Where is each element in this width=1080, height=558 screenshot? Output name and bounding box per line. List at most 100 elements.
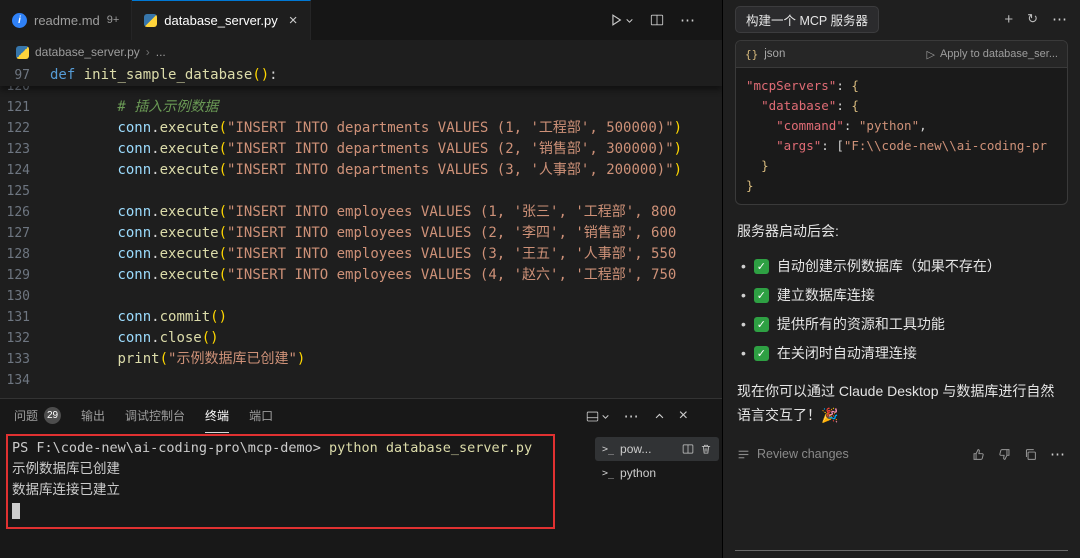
terminal-instance-pow...[interactable]: >_pow...	[595, 437, 719, 461]
token: (	[219, 120, 227, 136]
split-terminal-icon[interactable]	[682, 443, 694, 455]
editor-tab-readme.md[interactable]: ireadme.md9+	[0, 0, 132, 40]
panel-tab-调试控制台[interactable]: 调试控制台	[125, 399, 185, 433]
token	[50, 141, 117, 157]
chat-more-button[interactable]: ⋯	[1052, 10, 1068, 28]
line-number: 122	[0, 118, 50, 139]
checklist-text: 在关闭时自动清理连接	[777, 343, 917, 363]
checklist-item: •✓自动创建示例数据库（如果不存在）	[741, 256, 1066, 276]
code-text: conn.execute("INSERT INTO departments VA…	[50, 139, 682, 160]
token: "INSERT INTO departments VALUES (1, '工程部…	[227, 120, 674, 136]
line-number: 128	[0, 244, 50, 265]
terminal-cursor	[12, 503, 20, 519]
token: "INSERT INTO employees VALUES (2, '李四', …	[227, 225, 676, 241]
review-changes-label[interactable]: Review changes	[757, 447, 849, 461]
json-braces-icon: {}	[745, 48, 758, 61]
close-icon[interactable]: ×	[289, 12, 298, 29]
panel-more-button[interactable]: ⋯	[624, 407, 640, 425]
panel-close-button[interactable]: ×	[679, 407, 688, 425]
editor-tab-database_server.py[interactable]: database_server.py×	[132, 0, 310, 40]
code-text: # 插入示例数据	[50, 97, 218, 118]
token: PS F:\code-new\ai-coding-pro\mcp-demo>	[12, 440, 329, 456]
json-line: }	[746, 176, 1057, 196]
line-number: 126	[0, 202, 50, 223]
more-actions-button[interactable]: ⋯	[680, 11, 696, 29]
chat-header: 构建一个 MCP 服务器 + ↻ ⋯	[723, 0, 1080, 38]
token: (	[219, 246, 227, 262]
panel-tab-输出[interactable]: 输出	[81, 399, 105, 433]
checklist-item: •✓提供所有的资源和工具功能	[741, 314, 1066, 334]
line-number: 124	[0, 160, 50, 181]
run-button[interactable]	[609, 13, 634, 27]
terminal-instance-list: >_pow...>_python	[592, 433, 722, 558]
token: (	[219, 162, 227, 178]
code-text: conn.close()	[50, 328, 219, 349]
panel-maximize-button[interactable]	[654, 411, 665, 422]
split-editor-button[interactable]	[650, 13, 664, 27]
chat-title[interactable]: 构建一个 MCP 服务器	[735, 6, 879, 33]
sticky-scroll-line[interactable]: 97 def init_sample_database():	[0, 64, 722, 86]
code-text: print("示例数据库已创建")	[50, 349, 305, 370]
token: : [	[821, 138, 844, 153]
breadcrumb-separator: ›	[146, 45, 150, 59]
panel-tab-端口[interactable]: 端口	[249, 399, 273, 433]
token: "INSERT INTO employees VALUES (1, '张三', …	[227, 204, 676, 220]
panel-tabs: 问题29 输出 调试控制台 终端 端口	[14, 399, 273, 433]
code-line: 131 conn.commit()	[0, 307, 722, 328]
token	[50, 204, 117, 220]
token: # 插入示例数据	[50, 99, 218, 115]
line-number: 129	[0, 265, 50, 286]
token: )	[674, 162, 682, 178]
token: execute	[160, 267, 219, 283]
breadcrumb[interactable]: database_server.py › ...	[0, 40, 722, 64]
history-icon[interactable]: ↻	[1027, 11, 1038, 27]
token: execute	[160, 246, 219, 262]
token: :	[844, 118, 859, 133]
code-text: conn.execute("INSERT INTO employees VALU…	[50, 244, 676, 265]
panel-layout-button[interactable]	[586, 410, 610, 423]
token: .	[151, 225, 159, 241]
panel-tab-label: 问题	[14, 407, 38, 424]
line-number: 133	[0, 349, 50, 370]
breadcrumb-file: database_server.py	[35, 45, 140, 59]
sticky-code: def init_sample_database():	[50, 65, 278, 86]
apply-button[interactable]: ▷ Apply to database_ser...	[927, 48, 1059, 61]
panel-tab-label: 端口	[249, 407, 273, 424]
chat-code-block: {} json ▷ Apply to database_ser... "mcpS…	[735, 40, 1068, 205]
panel-tab-label: 终端	[205, 407, 229, 424]
token: def	[50, 67, 75, 83]
line-number: 134	[0, 370, 50, 391]
apply-label: Apply to database_ser...	[940, 48, 1058, 60]
token: .	[151, 162, 159, 178]
panel-body: PS F:\code-new\ai-coding-pro\mcp-demo> p…	[0, 433, 722, 558]
tab-badge: 9+	[107, 14, 120, 26]
json-line: }	[746, 156, 1057, 176]
token: .	[151, 330, 159, 346]
json-line: "mcpServers": {	[746, 76, 1057, 96]
token: .	[151, 141, 159, 157]
token: conn	[117, 309, 151, 325]
panel-tab-终端[interactable]: 终端	[205, 399, 229, 433]
bullet-icon: •	[741, 316, 746, 332]
thumbs-up-icon[interactable]	[972, 448, 985, 461]
panel-tab-问题[interactable]: 问题29	[14, 399, 61, 433]
token: (	[160, 351, 168, 367]
kill-terminal-icon[interactable]	[700, 443, 712, 455]
chat-footer: Review changes ⋯	[737, 445, 1066, 463]
thumbs-down-icon[interactable]	[998, 448, 1011, 461]
token: print	[117, 351, 159, 367]
line-number: 121	[0, 97, 50, 118]
panel-tab-label: 输出	[81, 407, 105, 424]
token	[50, 351, 117, 367]
line-number: 127	[0, 223, 50, 244]
new-chat-button[interactable]: +	[1004, 11, 1013, 28]
code-text: conn.execute("INSERT INTO departments VA…	[50, 160, 682, 181]
token: "mcpServers"	[746, 78, 836, 93]
code-editor[interactable]: 97 def init_sample_database(): 120121 # …	[0, 64, 722, 398]
footer-more-button[interactable]: ⋯	[1050, 445, 1066, 463]
token: .	[151, 267, 159, 283]
token	[50, 120, 117, 136]
copy-icon[interactable]	[1024, 448, 1037, 461]
terminal-instance-python[interactable]: >_python	[595, 461, 719, 485]
terminal[interactable]: PS F:\code-new\ai-coding-pro\mcp-demo> p…	[0, 433, 592, 558]
